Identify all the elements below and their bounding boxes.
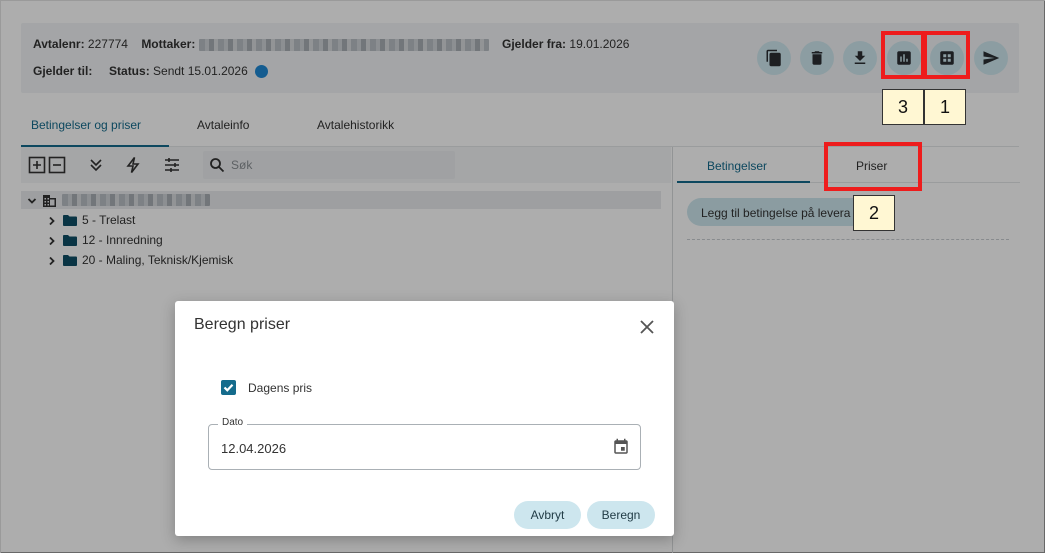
callout-number-3: 3 [882,89,924,125]
cancel-button[interactable]: Avbryt [514,501,581,529]
date-input[interactable] [221,439,581,457]
todays-price-label[interactable]: Dagens pris [248,381,312,395]
todays-price-checkbox[interactable] [221,380,236,395]
dialog-title: Beregn priser [194,316,291,333]
date-picker-button[interactable] [612,438,630,456]
close-icon [640,320,654,334]
callout-box-3 [881,31,925,79]
date-field-label: Dato [218,417,248,428]
callout-box-2 [824,142,922,191]
callout-box-1 [923,31,970,79]
date-field: Dato [208,417,641,470]
calculate-button[interactable]: Beregn [587,501,655,529]
callout-number-2: 2 [853,195,895,231]
calendar-icon [614,438,628,454]
dialog-close-button[interactable] [640,320,654,334]
checkmark-icon [223,384,234,392]
calculate-prices-dialog: Beregn priser Dagens pris Dato Avbryt Be… [175,301,674,536]
callout-number-1: 1 [924,89,966,125]
app-window: Avtalenr: 227774 Mottaker: Gjelder fra: … [0,0,1045,553]
